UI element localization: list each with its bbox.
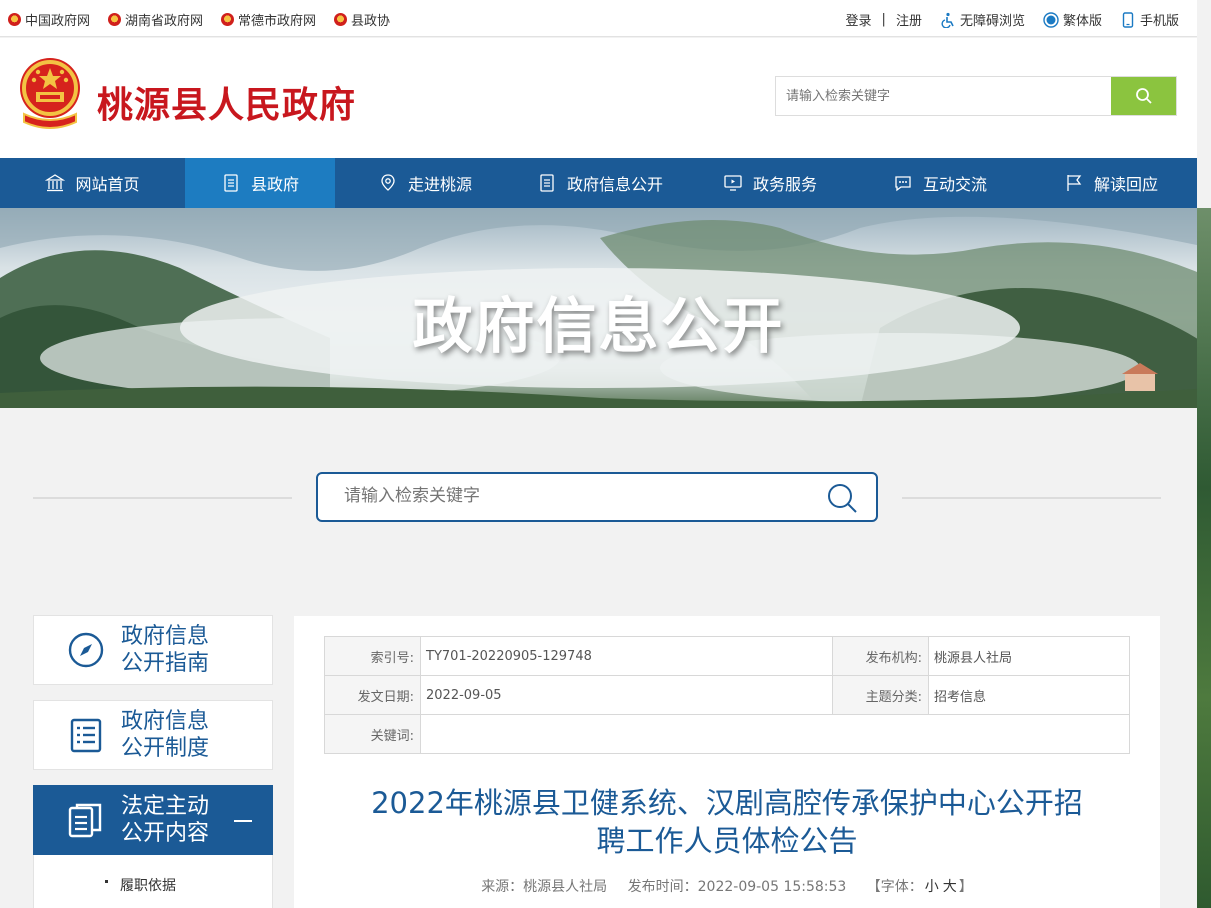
- metadata-table: 索引号: TY701-20220905-129748 发布机构: 桃源县人社局 …: [324, 636, 1130, 754]
- search-icon[interactable]: [826, 482, 858, 514]
- traditional-icon: [1043, 11, 1059, 28]
- article-publish-time: 发布时间：2022-09-05 15:58:53: [627, 879, 847, 895]
- search-divider-right: [902, 497, 1161, 499]
- external-links: 中国政府网 湖南省政府网 常德市政府网 县政协: [8, 10, 390, 29]
- login-link[interactable]: 登录: [846, 10, 872, 29]
- traditional-chinese-link[interactable]: 繁体版: [1043, 10, 1102, 29]
- header-search: [775, 76, 1177, 116]
- menu-statutory-disclosure[interactable]: 法定主动 公开内容: [33, 785, 273, 855]
- cppcc-emblem-icon: [334, 13, 348, 26]
- submenu-item-duty-basis[interactable]: 履职依据: [120, 875, 176, 895]
- article-title: 2022年桃源县卫健系统、汉剧高腔传承保护中心公开招 聘工作人员体检公告: [371, 786, 1083, 858]
- submenu: 履职依据: [33, 855, 273, 908]
- keywords-label: 关键词:: [324, 714, 421, 754]
- link-gov-cn[interactable]: 中国政府网: [8, 10, 90, 29]
- keywords-value: [420, 714, 1130, 754]
- index-no-value: TY701-20220905-129748: [420, 636, 833, 676]
- publisher-value: 桃源县人社局: [928, 636, 1130, 676]
- document-list-icon: [70, 718, 102, 753]
- bullet-icon: [105, 880, 108, 883]
- site-title[interactable]: 桃源县人民政府: [97, 76, 356, 128]
- flag-icon: [1067, 175, 1082, 191]
- compass-icon: [68, 632, 104, 668]
- publisher-label: 发布机构:: [832, 636, 929, 676]
- link-hunan-gov[interactable]: 湖南省政府网: [108, 10, 203, 29]
- index-no-label: 索引号:: [324, 636, 421, 676]
- search-divider-left: [33, 497, 292, 499]
- top-bar: 中国政府网 湖南省政府网 常德市政府网 县政协 登录 | 注册 无障碍浏览 繁体…: [0, 0, 1197, 37]
- site-header: 桃源县人民政府: [0, 38, 1197, 158]
- register-link[interactable]: 注册: [896, 10, 922, 29]
- search-icon: [1135, 88, 1152, 104]
- nav-interaction[interactable]: 互动交流: [855, 158, 1025, 208]
- mobile-phone-icon: [1122, 11, 1134, 28]
- nav-home[interactable]: 网站首页: [0, 158, 185, 208]
- main-nav: 网站首页 县政府 走进桃源 政府信息公开 政务服务 互动交流 解读回应: [0, 158, 1197, 208]
- banner-title: 政府信息公开: [412, 292, 785, 362]
- accessible-browse-link[interactable]: 无障碍浏览: [940, 10, 1025, 29]
- table-row: 发文日期: 2022-09-05 主题分类: 招考信息: [324, 675, 1130, 715]
- header-search-input[interactable]: [776, 77, 1111, 115]
- chat-bubble-icon: [895, 176, 911, 192]
- date-value: 2022-09-05: [420, 675, 833, 715]
- background-scenery-strip: [1197, 208, 1211, 908]
- top-actions: 登录 | 注册 无障碍浏览 繁体版 手机版: [846, 10, 1179, 29]
- topic-label: 主题分类:: [832, 675, 929, 715]
- banner: 政府信息公开: [0, 208, 1211, 408]
- disclosure-search: [316, 472, 878, 522]
- font-large-button[interactable]: 大: [943, 879, 957, 895]
- article-source: 来源：桃源县人社局: [481, 879, 608, 895]
- nav-government-services[interactable]: 政务服务: [685, 158, 855, 208]
- topic-value: 招考信息: [928, 675, 1130, 715]
- emblem-icon: [108, 13, 122, 26]
- font-small-button[interactable]: 小: [925, 879, 939, 895]
- monitor-icon: [724, 175, 742, 191]
- link-county-cppcc[interactable]: 县政协: [334, 10, 390, 29]
- wheelchair-icon: [941, 12, 954, 28]
- nav-explore-taoyuan[interactable]: 走进桃源: [335, 158, 515, 208]
- mobile-version-link[interactable]: 手机版: [1120, 10, 1179, 29]
- menu-disclosure-guide[interactable]: 政府信息 公开指南: [33, 615, 273, 685]
- documents-icon: [68, 803, 102, 838]
- link-changde-gov[interactable]: 常德市政府网: [221, 10, 316, 29]
- header-search-button[interactable]: [1111, 77, 1176, 115]
- nav-info-disclosure[interactable]: 政府信息公开: [515, 158, 685, 208]
- table-row: 关键词:: [324, 714, 1130, 754]
- building-icon: [45, 174, 66, 192]
- nav-interpretation[interactable]: 解读回应: [1025, 158, 1197, 208]
- nav-county-government[interactable]: 县政府: [185, 158, 335, 208]
- emblem-icon: [8, 13, 21, 26]
- font-size-control: 【字体：小大】: [866, 879, 973, 895]
- article-meta: 来源：桃源县人社局 发布时间：2022-09-05 15:58:53 【字体：小…: [324, 876, 1130, 896]
- collapse-icon[interactable]: [234, 820, 252, 822]
- disclosure-search-input[interactable]: [344, 486, 824, 506]
- document-icon: [540, 174, 554, 192]
- location-pin-icon: [381, 174, 395, 191]
- article-panel: 索引号: TY701-20220905-129748 发布机构: 桃源县人社局 …: [294, 616, 1160, 908]
- emblem-icon: [221, 13, 235, 26]
- national-emblem-logo[interactable]: [16, 56, 84, 130]
- date-label: 发文日期:: [324, 675, 421, 715]
- table-row: 索引号: TY701-20220905-129748 发布机构: 桃源县人社局: [324, 636, 1130, 676]
- document-icon: [224, 174, 238, 192]
- menu-disclosure-system[interactable]: 政府信息 公开制度: [33, 700, 273, 770]
- divider: |: [881, 12, 886, 27]
